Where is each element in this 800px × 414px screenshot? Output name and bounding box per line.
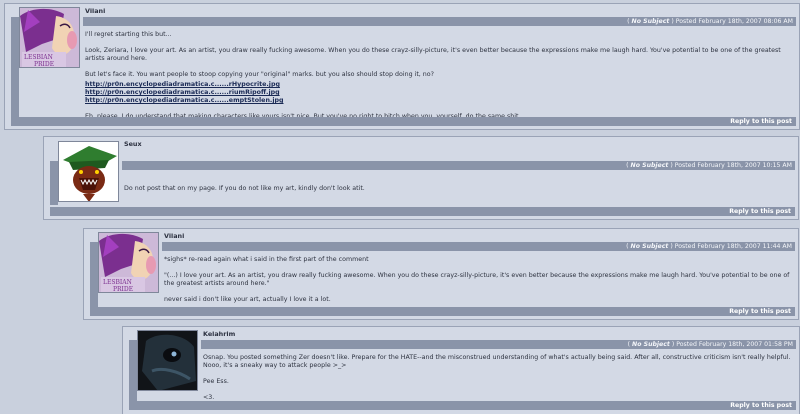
svg-text:PRIDE: PRIDE	[113, 286, 133, 293]
comment-vilani-2: LESBIAN PRIDE Vilani ( No Subject ) Post…	[83, 228, 799, 320]
comment-body: I'll regret starting this but... Look, Z…	[85, 31, 793, 129]
username[interactable]: Seux	[124, 140, 142, 148]
username[interactable]: Vilani	[164, 232, 184, 240]
comment-paragraph: Pee Ess.	[203, 378, 229, 385]
subject-label: No Subject	[631, 18, 670, 25]
comment-header-bar: ( No Subject ) Posted February 18th, 200…	[122, 161, 795, 170]
comment-body: *sighs* re-read again what i said in the…	[164, 256, 792, 312]
link-list: http://pr0n.encyclopediadramatica.c.....…	[85, 81, 793, 105]
comment-seux: Seux ( No Subject ) Posted February 18th…	[43, 136, 799, 220]
svg-text:PRIDE: PRIDE	[34, 61, 54, 68]
subject-label: No Subject	[630, 243, 669, 250]
post-timestamp: Posted February 18th, 2007 10:15 AM	[674, 162, 792, 169]
avatar[interactable]: LESBIAN PRIDE	[19, 7, 80, 68]
green-hat-creature-icon	[59, 142, 118, 201]
comment-paragraph: But let's face it. You want people to st…	[85, 71, 434, 78]
comment-paragraph: never said i don't like your art, actual…	[164, 296, 331, 303]
comment-side-bar	[11, 17, 19, 123]
anime-character-icon: LESBIAN PRIDE	[20, 8, 79, 68]
comment-paragraph: Do not post that on my page. If you do n…	[124, 185, 365, 192]
comment-body: Do not post that on my page. If you do n…	[124, 185, 792, 201]
post-timestamp: Posted February 18th, 2007 01:58 PM	[676, 341, 793, 348]
image-link[interactable]: http://pr0n.encyclopediadramatica.c.....…	[85, 89, 793, 97]
comment-header-bar: ( No Subject ) Posted February 18th, 200…	[201, 340, 796, 349]
avatar[interactable]	[58, 141, 119, 202]
comment-paragraph: Look, Zeriara, I love your art. As an ar…	[85, 47, 781, 62]
comment-vilani-1: LESBIAN PRIDE Vilani ( No Subject ) Post…	[4, 3, 800, 130]
comment-side-bar	[50, 161, 58, 205]
reply-button[interactable]: Reply to this post	[11, 117, 796, 126]
svg-text:LESBIAN: LESBIAN	[24, 54, 53, 61]
reply-button[interactable]: Reply to this post	[50, 207, 795, 216]
svg-text:LESBIAN: LESBIAN	[103, 279, 132, 286]
comment-kelahrim: Kelahrim ( No Subject ) Posted February …	[122, 326, 800, 414]
avatar[interactable]	[137, 330, 198, 391]
anime-character-icon: LESBIAN PRIDE	[99, 233, 158, 293]
post-timestamp: Posted February 18th, 2007 11:44 AM	[674, 243, 792, 250]
comment-header-bar: ( No Subject ) Posted February 18th, 200…	[83, 17, 796, 26]
comment-side-bar	[129, 340, 137, 406]
comment-paragraph: "(...) I love your art. As an artist, yo…	[164, 272, 790, 287]
subject-label: No Subject	[632, 341, 670, 348]
comment-side-bar	[90, 242, 98, 308]
image-link[interactable]: http://pr0n.encyclopediadramatica.c.....…	[85, 81, 793, 89]
username[interactable]: Kelahrim	[203, 330, 235, 338]
dark-creature-icon	[138, 331, 197, 390]
reply-button[interactable]: Reply to this post	[129, 401, 796, 410]
image-link[interactable]: http://pr0n.encyclopediadramatica.c.....…	[85, 97, 793, 105]
reply-button[interactable]: Reply to this post	[90, 307, 795, 316]
comment-paragraph: *sighs* re-read again what i said in the…	[164, 256, 369, 263]
subject-label: No Subject	[630, 162, 669, 169]
comment-paragraph: I'll regret starting this but...	[85, 31, 172, 38]
comment-paragraph: Osnap. You posted something Zer doesn't …	[203, 354, 791, 369]
username[interactable]: Vilani	[85, 7, 105, 15]
avatar[interactable]: LESBIAN PRIDE	[98, 232, 159, 293]
post-timestamp: Posted February 18th, 2007 08:06 AM	[675, 18, 793, 25]
comment-header-bar: ( No Subject ) Posted February 18th, 200…	[162, 242, 795, 251]
